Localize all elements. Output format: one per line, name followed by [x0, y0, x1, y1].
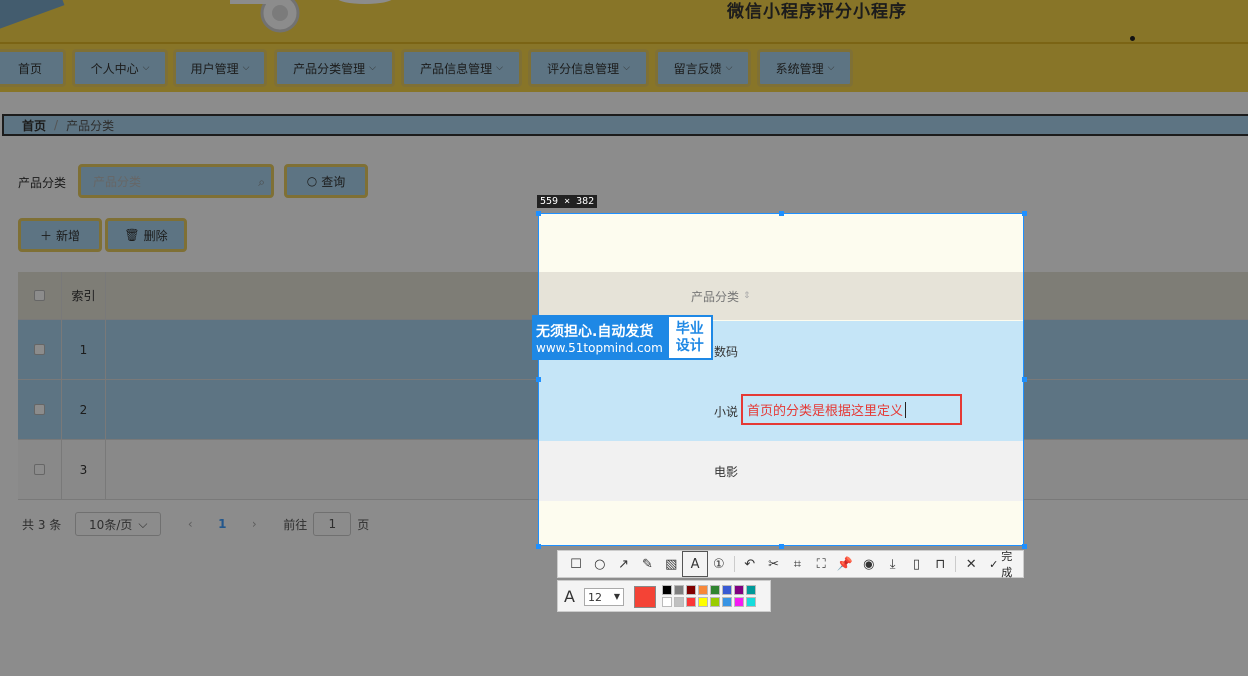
text-caret — [905, 401, 907, 418]
color-swatch[interactable] — [698, 585, 708, 595]
arrow-tool-icon[interactable]: ↗ — [612, 552, 636, 576]
current-color-swatch[interactable] — [634, 586, 656, 608]
color-swatch[interactable] — [686, 585, 696, 595]
close-icon[interactable]: ✕ — [959, 552, 983, 576]
resize-handle[interactable] — [1022, 377, 1027, 382]
ellipse-tool-icon[interactable]: ○ — [588, 552, 612, 576]
row-category: 数码 — [714, 344, 739, 359]
color-swatch[interactable] — [710, 585, 720, 595]
resize-handle[interactable] — [779, 544, 784, 549]
captured-table-row: 电影 — [539, 441, 1023, 501]
color-swatch[interactable] — [746, 585, 756, 595]
sort-icon: ⇕ — [743, 291, 751, 301]
resize-handle[interactable] — [1022, 211, 1027, 216]
color-swatch[interactable] — [698, 597, 708, 607]
watermark-badge-block: 毕业 设计 — [666, 315, 713, 360]
color-swatch[interactable] — [674, 597, 684, 607]
resize-handle[interactable] — [536, 377, 541, 382]
watermark-line2: www.51topmind.com — [536, 340, 663, 355]
record-icon[interactable]: ◉ — [857, 552, 881, 576]
toolbar-divider — [955, 556, 957, 572]
done-button[interactable]: ✓ 完成 — [989, 548, 1023, 580]
font-size-icon: A — [564, 587, 575, 606]
text-annotation-box[interactable]: 首页的分类是根据这里定义 — [741, 394, 962, 425]
color-swatch[interactable] — [710, 597, 720, 607]
font-size-select[interactable]: 12 ▼ — [584, 588, 624, 606]
color-swatch[interactable] — [674, 585, 684, 595]
download-icon[interactable]: ⤓ — [881, 552, 905, 576]
number-marker-icon[interactable]: ① — [707, 552, 731, 576]
done-label: 完成 — [1001, 550, 1013, 579]
color-swatch[interactable] — [734, 585, 744, 595]
watermark-badge-line2: 设计 — [675, 337, 704, 354]
ocr-icon[interactable]: ⌗ — [785, 552, 809, 576]
color-swatch[interactable] — [686, 597, 696, 607]
annotation-text: 首页的分类是根据这里定义 — [747, 404, 904, 419]
watermark-badge-line1: 毕业 — [675, 320, 704, 337]
rectangle-tool-icon[interactable]: ☐ — [564, 552, 588, 576]
row-category: 电影 — [714, 464, 739, 479]
watermark-text-block: 无须担心.自动发货 www.51topmind.com — [532, 315, 667, 360]
captured-table-header: 产品分类 ⇕ — [539, 272, 1023, 320]
mosaic-tool-icon[interactable]: ▧ — [659, 552, 683, 576]
clear-icon[interactable]: ✂ — [762, 552, 786, 576]
color-swatch[interactable] — [734, 597, 744, 607]
checkmark-icon: ✓ — [989, 557, 999, 571]
capture-size-label: 559 × 382 — [537, 195, 598, 208]
long-screenshot-icon[interactable]: ⛶ — [809, 552, 833, 576]
text-style-bar: A 12 ▼ — [557, 580, 771, 612]
color-swatch[interactable] — [722, 597, 732, 607]
color-swatch[interactable] — [662, 597, 672, 607]
dropdown-arrow-icon: ▼ — [613, 592, 620, 601]
pin-icon[interactable]: 📌 — [833, 552, 857, 576]
captured-header-category: 产品分类 — [691, 289, 740, 304]
bookmark-icon[interactable]: ⊓ — [928, 552, 952, 576]
resize-handle[interactable] — [779, 211, 784, 216]
capture-selection-area[interactable]: 产品分类 ⇕ 数码 小说 电影 — [538, 213, 1024, 546]
toolbar-divider — [733, 556, 735, 572]
undo-icon[interactable]: ↶ — [738, 552, 762, 576]
watermark-line1: 无须担心.自动发货 — [536, 323, 654, 340]
resize-handle[interactable] — [536, 211, 541, 216]
capture-toolbar: ☐ ○ ↗ ✎ ▧ A ① ↶ ✂ ⌗ ⛶ 📌 ◉ ⤓ ▯ ⊓ ✕ ✓ 完成 — [557, 548, 1024, 580]
row-category: 小说 — [714, 404, 739, 419]
pen-tool-icon[interactable]: ✎ — [635, 552, 659, 576]
phone-icon[interactable]: ▯ — [905, 552, 929, 576]
color-swatch[interactable] — [746, 597, 756, 607]
text-tool-icon[interactable]: A — [682, 551, 708, 577]
watermark-badge: 无须担心.自动发货 www.51topmind.com 毕业 设计 — [532, 315, 713, 360]
resize-handle[interactable] — [536, 544, 541, 549]
color-swatch[interactable] — [662, 585, 672, 595]
font-size-value: 12 — [588, 590, 602, 604]
color-swatch[interactable] — [722, 585, 732, 595]
